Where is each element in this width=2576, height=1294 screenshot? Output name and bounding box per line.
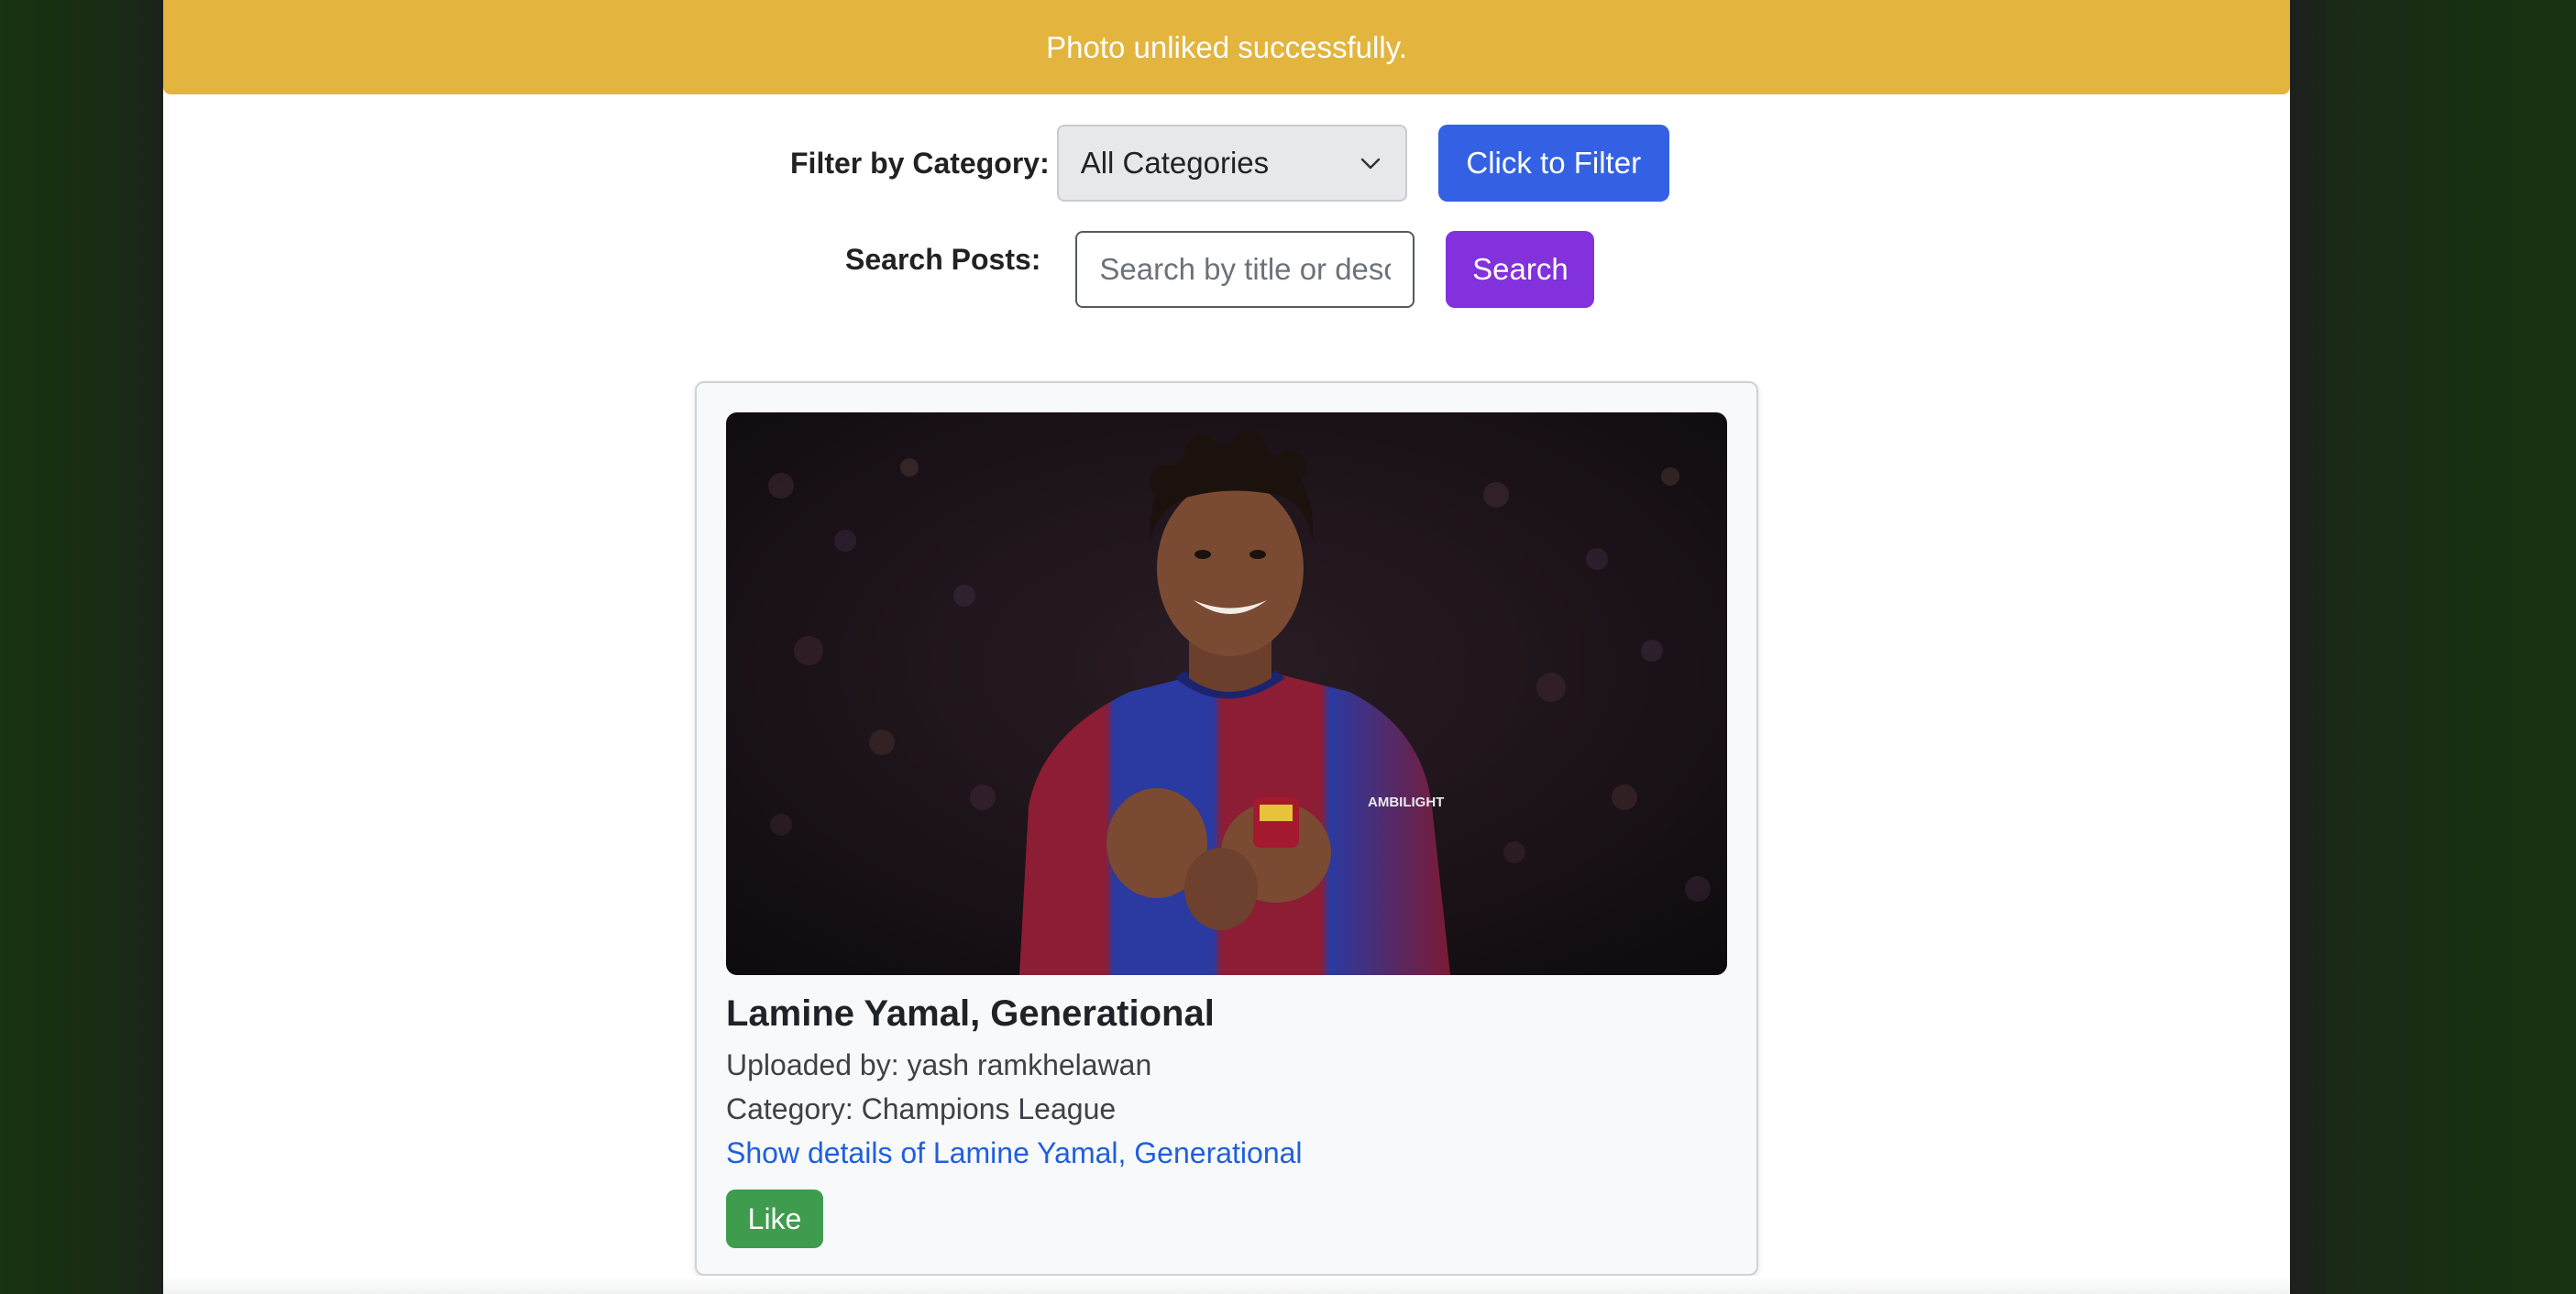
page-bottom-shade (163, 1276, 2290, 1294)
filter-form: Filter by Category: All Categories Click… (790, 125, 1669, 202)
search-form: Search Posts: Search (845, 231, 1595, 308)
search-button[interactable]: Search (1446, 231, 1595, 308)
post-photo[interactable]: AMBILIGHT (726, 412, 1727, 975)
category-select[interactable]: All Categories (1056, 125, 1407, 202)
like-button[interactable]: Like (726, 1190, 823, 1248)
chevron-down-icon (1360, 158, 1380, 170)
filter-button[interactable]: Click to Filter (1437, 125, 1669, 202)
post-details-link[interactable]: Show details of Lamine Yamal, Generation… (726, 1136, 1303, 1170)
post-title: Lamine Yamal, Generational (726, 993, 1215, 1034)
search-label: Search Posts: (845, 242, 1041, 276)
post-card: AMBILIGHT Lamine Yamal, Generational Upl… (695, 381, 1758, 1276)
search-input[interactable] (1075, 231, 1415, 308)
filter-label: Filter by Category: (790, 146, 1050, 180)
post-category: Category: Champions League (726, 1092, 1117, 1125)
status-alert: Photo unliked successfully. (163, 0, 2290, 94)
shirt-sponsor-text: AMBILIGHT (1368, 795, 1444, 810)
post-photo-image: AMBILIGHT (726, 412, 1727, 975)
post-uploader: Uploaded by: yash ramkhelawan (726, 1048, 1152, 1081)
main-container: Photo unliked successfully. Filter by Ca… (163, 0, 2290, 1294)
alert-message: Photo unliked successfully. (1046, 29, 1407, 64)
category-select-value: All Categories (1080, 146, 1270, 180)
